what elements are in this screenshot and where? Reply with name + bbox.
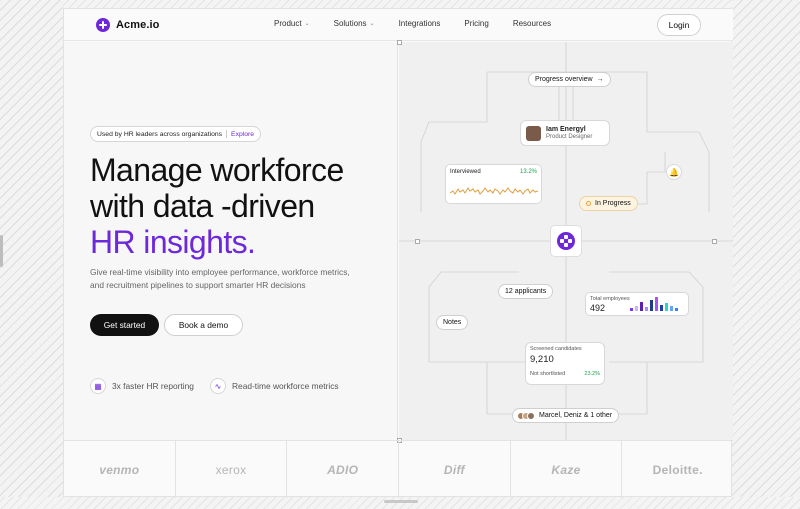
status-badge: In Progress: [579, 196, 638, 211]
chevron-down-icon: ⌄: [369, 21, 375, 27]
interviewed-change: 13.2%: [519, 169, 537, 175]
pill-divider: [226, 130, 228, 138]
profile-role: Product Designer: [546, 134, 593, 140]
hero-section: Used by HR leaders across organizations …: [64, 42, 398, 440]
notes-chip[interactable]: Notes: [436, 315, 469, 330]
brand-logo[interactable]: Acme.io: [96, 18, 160, 32]
nav-item-label: Pricing: [464, 19, 489, 28]
employee-bar-chart: [630, 297, 678, 311]
logo-venmo: venmo: [64, 441, 176, 498]
team-label: Marcel, Deniz & 1 other: [539, 412, 613, 419]
interviewed-sparkline: [449, 187, 539, 195]
status-label: In Progress: [595, 200, 631, 207]
bottom-scroll-handle[interactable]: [384, 500, 418, 503]
screened-value: 9,210: [530, 354, 554, 365]
landing-page: Acme.io Product ⌄ Solutions ⌄ Integratio…: [63, 8, 733, 498]
connector-node: [712, 239, 717, 244]
applicants-chip[interactable]: 12 applicants: [498, 284, 554, 299]
logo-kaze: Kaze: [511, 441, 623, 498]
logo-adio: ADIO: [287, 441, 400, 498]
nav-menu: Product ⌄ Solutions ⌄ Integrations Prici…: [274, 19, 575, 28]
team-avatars: [517, 411, 535, 420]
left-hatch-margin: [0, 0, 63, 497]
nav-item-integrations[interactable]: Integrations: [399, 19, 441, 28]
nav-item-pricing[interactable]: Pricing: [464, 19, 488, 28]
book-demo-button[interactable]: Book a demo: [164, 314, 243, 336]
profile-name: Iam Energyl: [546, 126, 586, 133]
side-scroll-handle[interactable]: [0, 235, 3, 267]
hr-dashboard-diagram: Progress overview → Iam Energyl Product …: [397, 40, 733, 443]
nav-item-label: Product: [274, 19, 302, 28]
not-shortlisted-value: 23.2%: [584, 371, 600, 377]
notification-bell-icon[interactable]: 🔔: [666, 164, 682, 180]
connector-node: [415, 239, 420, 244]
nav-item-label: Resources: [512, 19, 552, 28]
brand-hub-icon: [557, 232, 575, 250]
total-employees-card[interactable]: Total employees 492: [585, 292, 689, 316]
customer-logos: venmo xerox ADIO Diff Kaze Deloitte.: [64, 440, 733, 498]
explore-link[interactable]: Explore: [231, 131, 254, 138]
avatar: [526, 125, 541, 141]
nav-item-resources[interactable]: Resources: [513, 19, 551, 28]
screened-footer: Not shortlisted 23.2%: [530, 371, 600, 377]
get-started-button[interactable]: Get started: [90, 314, 159, 336]
interviewed-card[interactable]: Interviewed 13.2%: [445, 164, 542, 204]
logo-diff: Diff: [399, 441, 511, 498]
feature-label: 3x faster HR reporting: [112, 381, 194, 391]
chevron-down-icon: ⌄: [304, 21, 310, 27]
nav-item-label: Integrations: [398, 19, 441, 28]
status-dot-icon: [586, 201, 591, 206]
chip-label: Progress overview: [535, 76, 593, 83]
nav-item-label: Solutions: [333, 19, 367, 28]
hub-node[interactable]: [550, 225, 582, 257]
hero-title-line-1: Manage workforce: [90, 152, 344, 188]
team-chip[interactable]: Marcel, Deniz & 1 other: [512, 408, 620, 423]
logo-deloitte: Deloitte.: [652, 462, 703, 477]
interviewed-header: Interviewed 13.2%: [450, 169, 537, 175]
social-proof-pill[interactable]: Used by HR leaders across organizations …: [90, 126, 262, 142]
pill-text: Used by HR leaders across organizations: [97, 130, 223, 138]
interviewed-label: Interviewed: [450, 169, 481, 175]
progress-overview-chip[interactable]: Progress overview →: [528, 72, 611, 87]
login-button[interactable]: Login: [657, 14, 701, 36]
nav-item-solutions[interactable]: Solutions ⌄: [334, 19, 375, 28]
hero-subtitle: Give real-time visibility into employee …: [90, 267, 350, 290]
pulse-icon: ∿: [210, 378, 226, 394]
hero-title: Manage workforce with data -driven HR in…: [90, 152, 344, 260]
grid-icon: ▦: [90, 378, 106, 394]
arrow-right-icon: →: [596, 76, 604, 83]
feature-label: Read-time workforce metrics: [232, 381, 339, 391]
not-shortlisted-label: Not shortlisted: [530, 371, 566, 377]
screened-candidates-card[interactable]: Screened candidates 9,210 Not shortliste…: [525, 342, 605, 385]
right-hatch-margin: [732, 0, 800, 497]
screened-label: Screened candidates: [530, 346, 582, 352]
brand-logo-icon: [96, 18, 110, 32]
brand-name: Acme.io: [116, 19, 160, 31]
feature-item: ∿ Read-time workforce metrics: [210, 378, 339, 394]
connector-node: [397, 40, 402, 45]
nav-item-product[interactable]: Product ⌄: [274, 19, 310, 28]
top-nav: Acme.io Product ⌄ Solutions ⌄ Integratio…: [64, 9, 733, 41]
logo-xerox: xerox: [176, 441, 288, 498]
profile-card[interactable]: Iam Energyl Product Designer: [520, 120, 610, 146]
hero-title-accent: HR insights.: [90, 224, 256, 260]
feature-item: ▦ 3x faster HR reporting: [90, 378, 194, 394]
hero-title-line-2: with data -driven: [90, 188, 315, 224]
